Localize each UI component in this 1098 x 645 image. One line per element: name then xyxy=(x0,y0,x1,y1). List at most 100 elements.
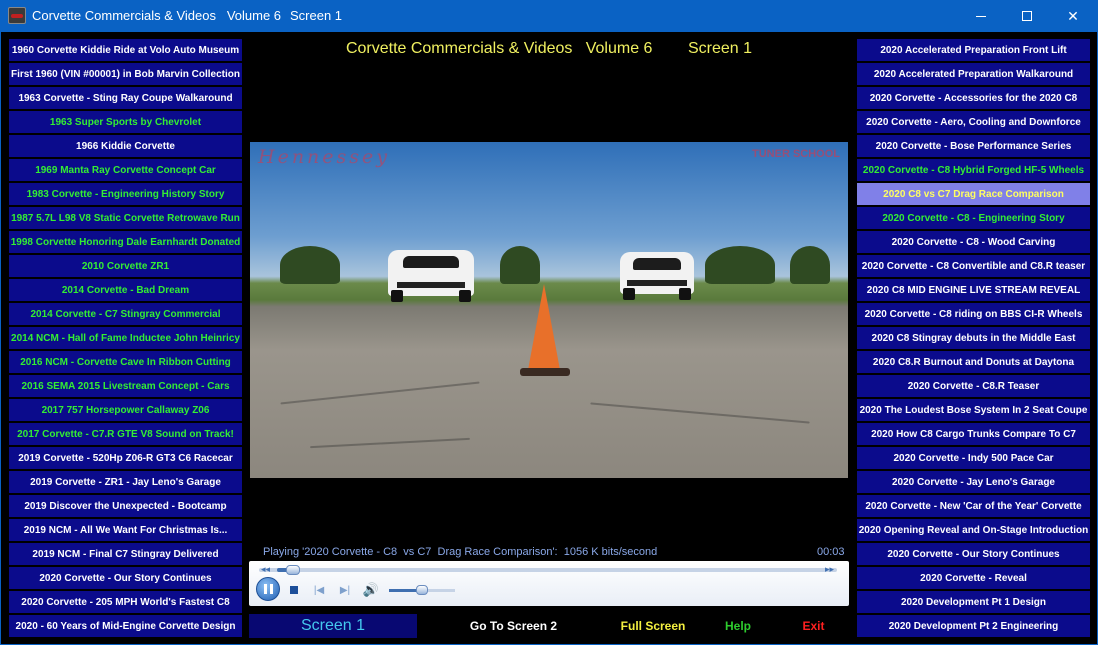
video-list-item[interactable]: 2020 Corvette - Our Story Continues xyxy=(9,567,242,589)
next-button[interactable]: ▶| xyxy=(338,578,352,602)
video-car-c8 xyxy=(388,250,474,302)
mute-button[interactable]: 🔊 xyxy=(362,578,380,602)
video-list-item[interactable]: 2020 C8 Stingray debuts in the Middle Ea… xyxy=(857,327,1090,349)
video-list-item[interactable]: 2020 Corvette - C8 - Wood Carving xyxy=(857,231,1090,253)
speaker-icon: 🔊 xyxy=(362,582,380,597)
help-button[interactable]: Help xyxy=(704,614,772,638)
pause-icon xyxy=(263,584,267,594)
volume-thumb[interactable] xyxy=(416,585,428,595)
minimize-button[interactable] xyxy=(958,0,1004,32)
video-skid xyxy=(280,381,480,405)
video-list-item[interactable]: 2020 Corvette - C8 riding on BBS CI-R Wh… xyxy=(857,303,1090,325)
video-list-item[interactable]: 1963 Super Sports by Chevrolet xyxy=(9,111,242,133)
playback-time: 00:03 xyxy=(817,546,845,558)
video-list-item[interactable]: 2019 Corvette - 520Hp Z06-R GT3 C6 Racec… xyxy=(9,447,242,469)
window-screen-label: Screen 1 xyxy=(290,8,343,23)
video-list-item[interactable]: 2016 NCM - Corvette Cave In Ribbon Cutti… xyxy=(9,351,242,373)
video-list-item[interactable]: First 1960 (VIN #00001) in Bob Marvin Co… xyxy=(9,63,242,85)
video-list-item[interactable]: 2020 Opening Reveal and On-Stage Introdu… xyxy=(857,519,1090,541)
video-tree xyxy=(790,246,830,284)
video-list-item[interactable]: 2020 Development Pt 1 Design xyxy=(857,591,1090,613)
fast-forward-icon[interactable]: ▸▸ xyxy=(825,564,834,575)
video-list-item[interactable]: 2020 Corvette - Aero, Cooling and Downfo… xyxy=(857,111,1090,133)
minimize-icon xyxy=(976,15,986,17)
video-list-item[interactable]: 2020 How C8 Cargo Trunks Compare To C7 xyxy=(857,423,1090,445)
video-list-item[interactable]: 1998 Corvette Honoring Dale Earnhardt Do… xyxy=(9,231,242,253)
maximize-button[interactable] xyxy=(1004,0,1050,32)
video-overlay-brand: Hennessey xyxy=(258,146,391,168)
video-player-screen[interactable]: Hennessey TUNER SCHOOL xyxy=(250,142,848,478)
video-list-item[interactable]: 2020 Corvette - New 'Car of the Year' Co… xyxy=(857,495,1090,517)
video-list-item[interactable]: 2019 Corvette - ZR1 - Jay Leno's Garage xyxy=(9,471,242,493)
media-controls: ◂◂ ▸▸ |◀ ▶| 🔊 xyxy=(249,561,849,606)
previous-icon: |◀ xyxy=(313,584,325,596)
video-list-item[interactable]: 2020 Corvette - Jay Leno's Garage xyxy=(857,471,1090,493)
video-list-item[interactable]: 2020 C8 vs C7 Drag Race Comparison xyxy=(857,183,1090,205)
video-list-item[interactable]: 2019 NCM - Final C7 Stingray Delivered xyxy=(9,543,242,565)
video-tree xyxy=(500,246,540,284)
rewind-icon[interactable]: ◂◂ xyxy=(261,564,270,575)
stop-icon xyxy=(290,586,298,594)
left-video-list: 1960 Corvette Kiddie Ride at Volo Auto M… xyxy=(9,39,242,639)
next-icon: ▶| xyxy=(339,584,351,596)
video-list-item[interactable]: 2020 Accelerated Preparation Walkaround xyxy=(857,63,1090,85)
volume-slider[interactable] xyxy=(389,585,455,595)
video-list-item[interactable]: 2017 757 Horsepower Callaway Z06 xyxy=(9,399,242,421)
video-list-item[interactable]: 2016 SEMA 2015 Livestream Concept - Cars xyxy=(9,375,242,397)
video-list-item[interactable]: 2020 The Loudest Bose System In 2 Seat C… xyxy=(857,399,1090,421)
right-video-list: 2020 Accelerated Preparation Front Lift 2… xyxy=(857,39,1090,639)
video-list-item[interactable]: 2014 Corvette - C7 Stingray Commercial xyxy=(9,303,242,325)
video-list-item[interactable]: 2020 Corvette - Accessories for the 2020… xyxy=(857,87,1090,109)
video-list-item[interactable]: 2020 Corvette - Our Story Continues xyxy=(857,543,1090,565)
video-list-item[interactable]: 2020 - 60 Years of Mid-Engine Corvette D… xyxy=(9,615,242,637)
full-screen-button[interactable]: Full Screen xyxy=(610,614,696,638)
video-list-item[interactable]: 2014 Corvette - Bad Dream xyxy=(9,279,242,301)
pause-button[interactable] xyxy=(256,577,280,601)
stop-button[interactable] xyxy=(287,578,301,602)
video-skid xyxy=(590,402,810,424)
video-cone xyxy=(528,284,560,370)
go-to-screen2-button[interactable]: Go To Screen 2 xyxy=(425,614,602,638)
video-list-item[interactable]: 2020 Corvette - C8.R Teaser xyxy=(857,375,1090,397)
title-bar: Corvette Commercials & Videos Volume 6 S… xyxy=(0,0,1098,32)
window-title: Corvette Commercials & Videos Volume 6 xyxy=(32,8,282,23)
page-title: Corvette Commercials & Videos Volume 6 S… xyxy=(345,40,753,57)
exit-button[interactable]: Exit xyxy=(778,614,849,638)
video-cone-base xyxy=(520,368,570,376)
video-list-item[interactable]: 2020 Accelerated Preparation Front Lift xyxy=(857,39,1090,61)
video-list-item[interactable]: 2014 NCM - Hall of Fame Inductee John He… xyxy=(9,327,242,349)
video-overlay-tag: TUNER SCHOOL xyxy=(752,148,840,160)
video-list-item[interactable]: 2020 Corvette - C8 - Engineering Story xyxy=(857,207,1090,229)
video-list-item[interactable]: 2020 C8.R Burnout and Donuts at Daytona xyxy=(857,351,1090,373)
video-car-c7 xyxy=(620,252,694,300)
close-button[interactable]: ✕ xyxy=(1050,0,1096,32)
video-list-item[interactable]: 1966 Kiddie Corvette xyxy=(9,135,242,157)
video-list-item[interactable]: 2020 Corvette - Bose Performance Series xyxy=(857,135,1090,157)
video-list-item[interactable]: 1963 Corvette - Sting Ray Coupe Walkarou… xyxy=(9,87,242,109)
playing-status: Playing '2020 Corvette - C8 vs C7 Drag R… xyxy=(263,546,658,558)
video-list-item[interactable]: 2020 Corvette - Indy 500 Pace Car xyxy=(857,447,1090,469)
video-list-item[interactable]: 1960 Corvette Kiddie Ride at Volo Auto M… xyxy=(9,39,242,61)
video-list-item[interactable]: 2020 Corvette - Reveal xyxy=(857,567,1090,589)
video-list-item[interactable]: 2020 Development Pt 2 Engineering xyxy=(857,615,1090,637)
close-icon: ✕ xyxy=(1067,7,1079,24)
video-list-item[interactable]: 2020 Corvette - 205 MPH World's Fastest … xyxy=(9,591,242,613)
video-list-item[interactable]: 2019 NCM - All We Want For Christmas Is.… xyxy=(9,519,242,541)
seek-bar[interactable] xyxy=(259,565,837,575)
video-list-item[interactable]: 1987 5.7L L98 V8 Static Corvette Retrowa… xyxy=(9,207,242,229)
video-list-item[interactable]: 2020 Corvette - C8 Hybrid Forged HF-5 Wh… xyxy=(857,159,1090,181)
screen1-label: Screen 1 xyxy=(249,614,417,638)
video-list-item[interactable]: 2010 Corvette ZR1 xyxy=(9,255,242,277)
pause-icon-bar xyxy=(269,584,273,594)
video-list-item[interactable]: 2020 C8 MID ENGINE LIVE STREAM REVEAL xyxy=(857,279,1090,301)
seek-thumb[interactable] xyxy=(286,565,301,575)
video-list-item[interactable]: 2020 Corvette - C8 Convertible and C8.R … xyxy=(857,255,1090,277)
video-list-item[interactable]: 2017 Corvette - C7.R GTE V8 Sound on Tra… xyxy=(9,423,242,445)
video-tree xyxy=(705,246,775,284)
video-list-item[interactable]: 1969 Manta Ray Corvette Concept Car xyxy=(9,159,242,181)
maximize-icon xyxy=(1022,11,1032,21)
previous-button[interactable]: |◀ xyxy=(312,578,326,602)
video-list-item[interactable]: 1983 Corvette - Engineering History Stor… xyxy=(9,183,242,205)
video-list-item[interactable]: 2019 Discover the Unexpected - Bootcamp xyxy=(9,495,242,517)
video-skid xyxy=(310,437,470,449)
